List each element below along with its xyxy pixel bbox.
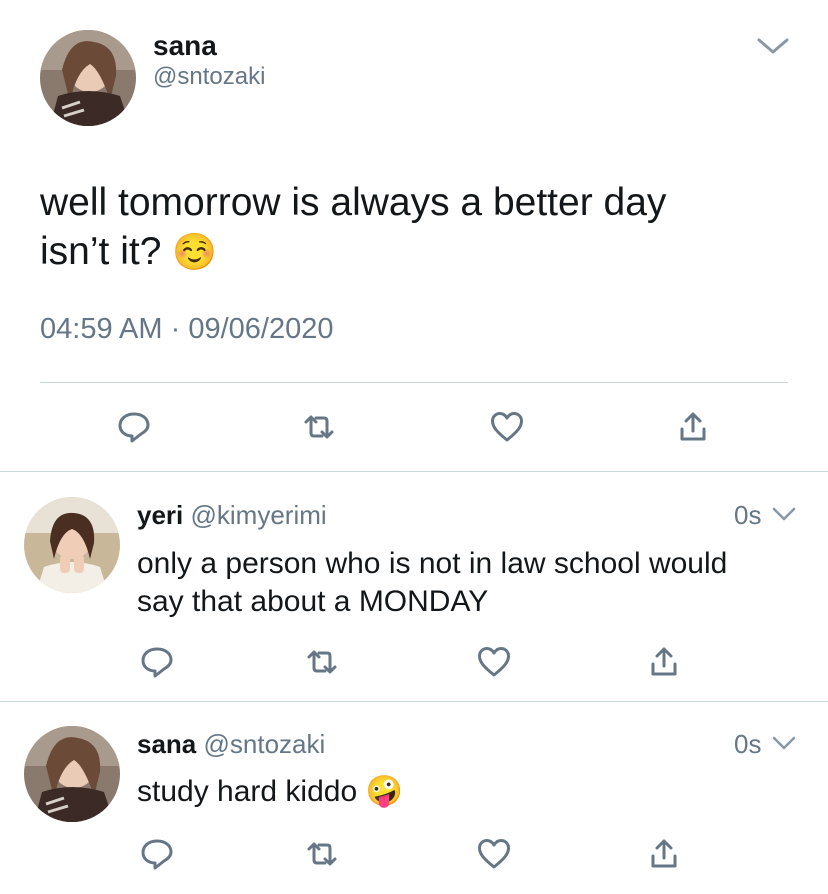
reply-text-line: study hard kiddo: [137, 775, 358, 808]
tweet-time: 04:59 AM: [40, 313, 163, 345]
like-button[interactable]: [472, 832, 516, 876]
tweet-menu-button[interactable]: [770, 732, 798, 754]
chevron-down-icon: [772, 736, 796, 750]
share-icon: [680, 412, 706, 441]
retweet-icon: [304, 415, 334, 439]
author-handle[interactable]: @kimyerimi: [191, 500, 327, 530]
zany-face-emoji: 🤪: [365, 774, 403, 809]
reply-button[interactable]: [135, 640, 179, 684]
like-button[interactable]: [472, 640, 516, 684]
tweet-text-line: isn’t it? ☺️: [40, 227, 800, 277]
heart-icon: [478, 647, 510, 677]
like-button[interactable]: [485, 405, 529, 449]
reply-button[interactable]: [112, 405, 156, 449]
tweet-menu-button[interactable]: [770, 503, 798, 525]
reply-header: sana @sntozaki: [137, 729, 325, 760]
tweet-text: well tomorrow is always a better day isn…: [40, 178, 800, 277]
avatar-yeri[interactable]: [24, 497, 120, 593]
share-icon: [651, 839, 677, 868]
divider: [0, 701, 828, 702]
share-button[interactable]: [642, 640, 686, 684]
retweet-button[interactable]: [300, 640, 344, 684]
share-icon: [651, 647, 677, 676]
heart-icon: [491, 412, 523, 442]
divider: [0, 471, 828, 472]
retweet-icon: [307, 650, 337, 674]
chevron-down-icon: [757, 38, 789, 54]
reply-time: 0s: [734, 729, 762, 759]
author-handle[interactable]: @sntozaki: [153, 63, 265, 91]
author-name[interactable]: sana: [153, 30, 217, 62]
share-button[interactable]: [671, 405, 715, 449]
retweet-button[interactable]: [297, 405, 341, 449]
retweet-button[interactable]: [300, 832, 344, 876]
tweet-date: 09/06/2020: [188, 313, 334, 345]
reply-text-line: say that about a MONDAY: [137, 585, 489, 618]
avatar-sana-main[interactable]: [40, 30, 136, 126]
avatar-sana-reply[interactable]: [24, 726, 120, 822]
reply-button[interactable]: [135, 832, 179, 876]
reply-icon: [118, 412, 150, 443]
tweet-text-part: isn’t it?: [40, 230, 162, 273]
tweet-text-line: well tomorrow is always a better day: [40, 181, 667, 224]
reply-text: only a person who is not in law school w…: [137, 545, 807, 621]
tweet-timestamp[interactable]: 04:59 AM · 09/06/2020: [40, 313, 333, 346]
author-name[interactable]: sana: [137, 729, 196, 759]
timestamp-separator: ·: [170, 313, 181, 345]
reply-time: 0s: [734, 500, 762, 530]
share-button[interactable]: [642, 832, 686, 876]
reply-icon: [141, 647, 173, 678]
author-handle[interactable]: @sntozaki: [204, 729, 326, 759]
tweet-menu-button[interactable]: [753, 30, 793, 62]
retweet-icon: [307, 842, 337, 866]
reply-icon: [141, 839, 173, 870]
reply-text-line: only a person who is not in law school w…: [137, 547, 728, 580]
smiling-emoji: ☺️: [172, 232, 218, 273]
author-name[interactable]: yeri: [137, 500, 183, 530]
divider: [40, 382, 788, 383]
reply-header: yeri @kimyerimi: [137, 500, 327, 531]
chevron-down-icon: [772, 507, 796, 521]
heart-icon: [478, 839, 510, 869]
reply-text: study hard kiddo 🤪: [137, 773, 807, 811]
